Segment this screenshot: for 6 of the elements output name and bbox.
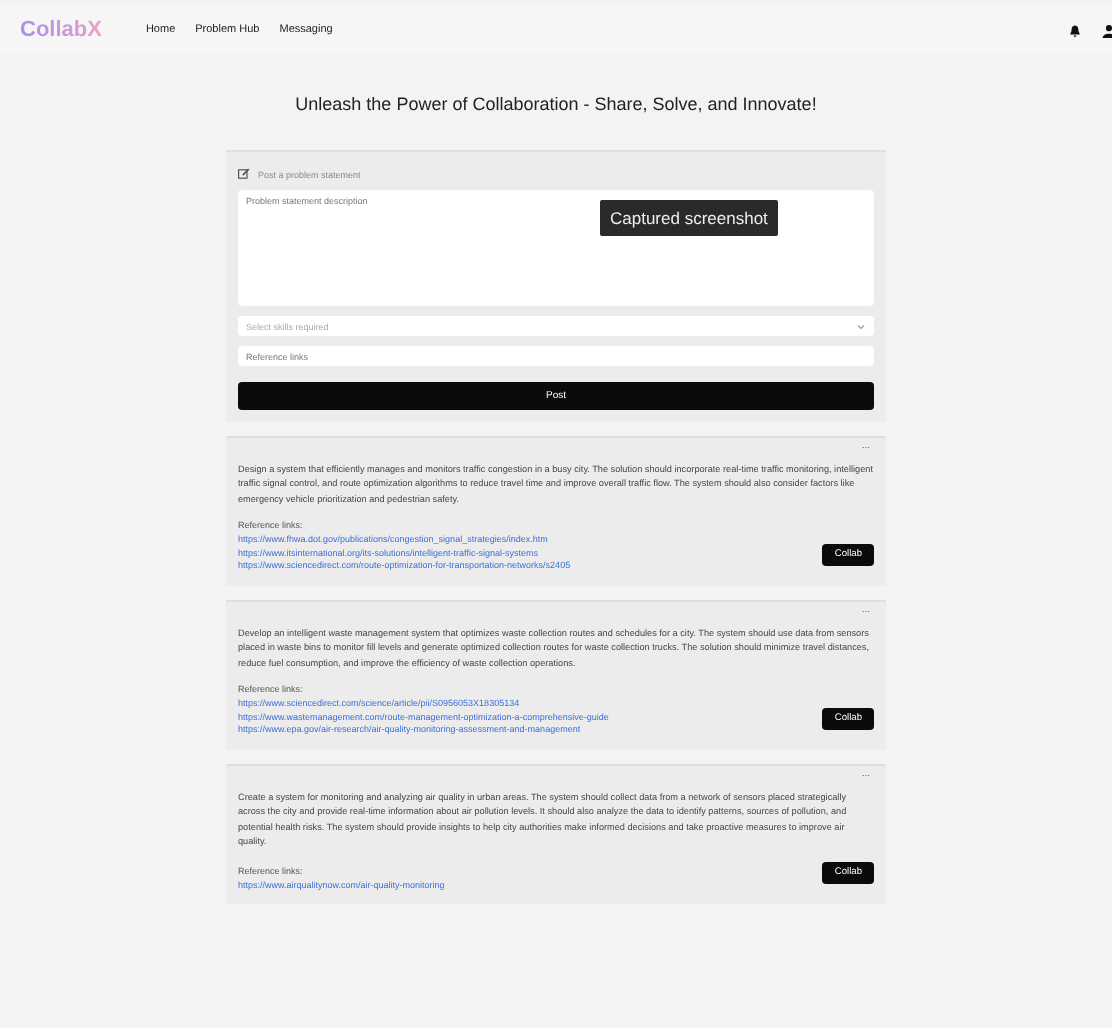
edit-icon — [238, 168, 250, 180]
page-headline: Unleash the Power of Collaboration - Share, Solve, and Innovate! — [293, 94, 819, 114]
tooltip: Captured screenshot — [600, 200, 778, 236]
bell-icon[interactable] — [1068, 23, 1082, 37]
user-icon[interactable] — [1102, 23, 1112, 37]
chevron-down-icon — [856, 321, 866, 331]
